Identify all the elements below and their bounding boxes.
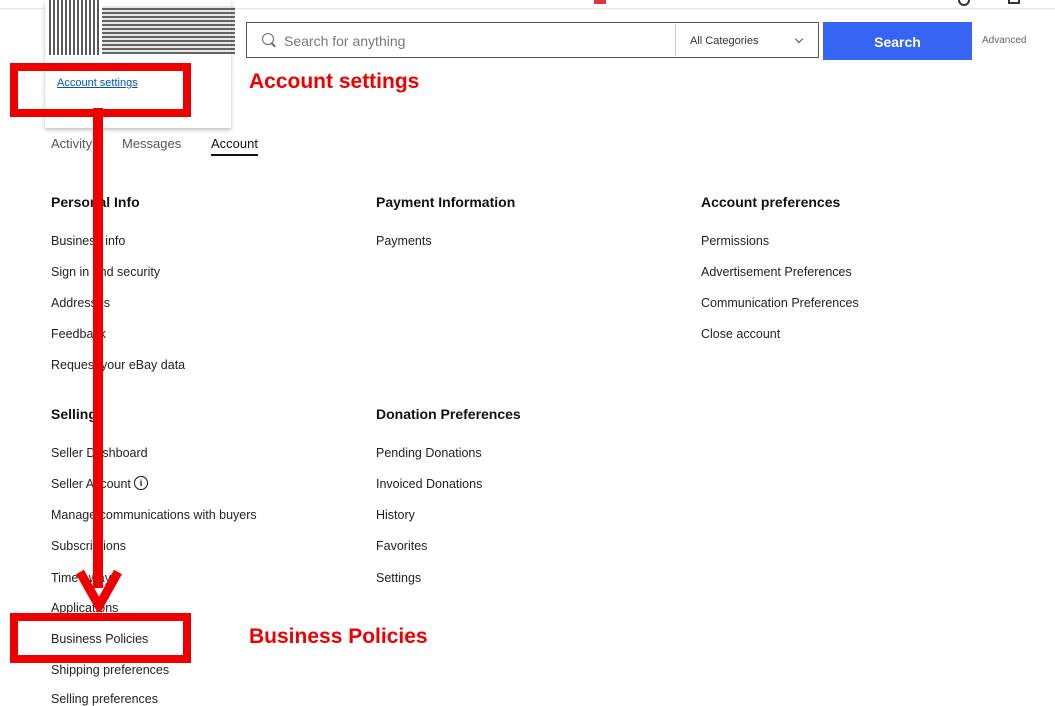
info-icon[interactable]: i (134, 476, 148, 490)
link-request-data[interactable]: Request your eBay data (51, 358, 185, 372)
link-settings[interactable]: Settings (376, 571, 421, 585)
link-permissions[interactable]: Permissions (701, 234, 769, 248)
section-title-payment-info: Payment Information (376, 194, 516, 210)
annotation-arrow-line (93, 108, 103, 588)
tab-activity[interactable]: Activity (51, 136, 92, 151)
link-manage-communications[interactable]: Manage communications with buyers (51, 508, 257, 522)
tab-account[interactable]: Account (211, 136, 258, 156)
link-close-account[interactable]: Close account (701, 327, 780, 341)
section-title-account-preferences: Account preferences (701, 194, 841, 210)
flag-icon (594, 0, 606, 4)
section-title-selling: Selling (51, 406, 97, 422)
profile-name-redacted (102, 6, 235, 54)
link-communication-preferences[interactable]: Communication Preferences (701, 296, 859, 310)
link-advertisement-preferences[interactable]: Advertisement Preferences (701, 265, 852, 279)
search-icon (262, 33, 274, 45)
advanced-search-link[interactable]: Advanced (982, 35, 1026, 46)
link-payments[interactable]: Payments (376, 234, 432, 248)
link-pending-donations[interactable]: Pending Donations (376, 446, 482, 460)
category-select[interactable]: All Categories (690, 35, 758, 47)
annotation-arrow-head (76, 569, 122, 612)
link-sign-in-security[interactable]: Sign in and security (51, 265, 160, 279)
annotation-box-business-policies (10, 613, 191, 663)
search-input[interactable]: Search for anything (284, 33, 405, 49)
link-seller-account[interactable]: Seller Account (51, 477, 131, 491)
link-subscriptions[interactable]: Subscriptions (51, 539, 126, 553)
link-history[interactable]: History (376, 508, 415, 522)
annotation-label-business-policies: Business Policies (249, 625, 428, 648)
section-title-donation-preferences: Donation Preferences (376, 406, 521, 422)
divider (675, 24, 676, 56)
profile-image-redacted (49, 0, 100, 55)
link-shipping-preferences[interactable]: Shipping preferences (51, 663, 169, 677)
tab-messages[interactable]: Messages (122, 136, 181, 151)
annotation-label-account-settings: Account settings (249, 70, 420, 93)
link-invoiced-donations[interactable]: Invoiced Donations (376, 477, 482, 491)
search-button[interactable]: Search (823, 22, 972, 60)
link-selling-preferences[interactable]: Selling preferences (51, 692, 158, 706)
cart-icon[interactable] (1008, 0, 1020, 4)
link-favorites[interactable]: Favorites (376, 539, 427, 553)
link-business-info[interactable]: Business info (51, 234, 125, 248)
